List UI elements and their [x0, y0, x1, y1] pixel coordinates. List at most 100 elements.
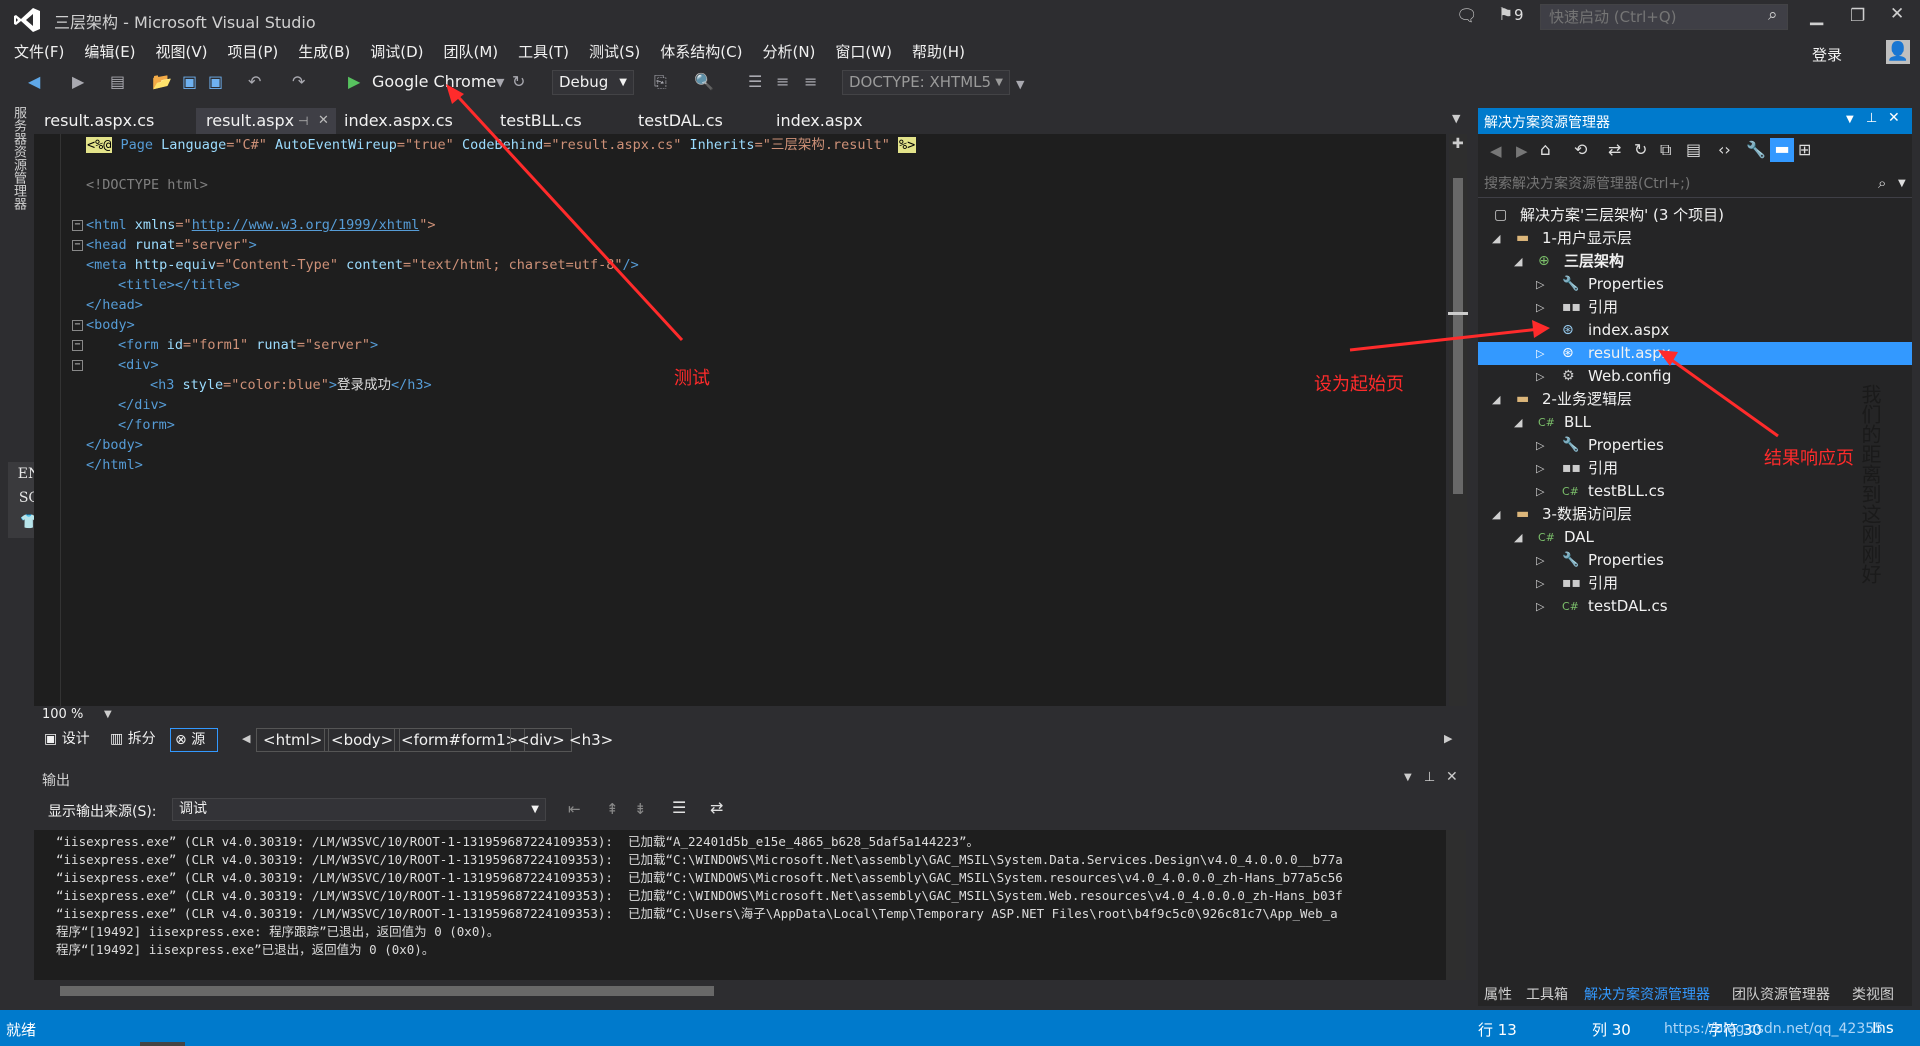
tab-result-aspx[interactable]: result.aspx ⊣ ✕ — [196, 108, 336, 134]
history-icon[interactable]: ⟲ — [1574, 140, 1587, 159]
sync-icon[interactable]: ⇄ — [1608, 140, 1621, 159]
notification-flag-icon[interactable]: ⚑ — [1498, 5, 1513, 25]
doctype-select[interactable]: DOCTYPE: XHTML5 ▼ — [842, 70, 1010, 95]
clear-all-icon[interactable]: ☰ — [672, 798, 686, 817]
tab-testdal-cs[interactable]: testDAL.cs — [628, 108, 733, 134]
tree-item-properties[interactable]: ▷ 🔧 Properties — [1478, 273, 1912, 296]
menu-architecture[interactable]: 体系结构(C) — [650, 40, 752, 64]
navigate-back-icon[interactable]: ◀ — [28, 72, 40, 91]
indent-icon[interactable]: ≡ — [776, 72, 789, 91]
tree-item-references[interactable]: ▷ ▪▪ 引用 — [1478, 296, 1912, 319]
expanded-arrow-icon[interactable]: ◢ — [1514, 411, 1522, 434]
tab-team-explorer[interactable]: 团队资源管理器 — [1732, 984, 1830, 1004]
run-target-dropdown-icon[interactable]: ▼ — [496, 76, 504, 89]
properties-wrench-icon[interactable]: 🔧 — [1746, 140, 1766, 159]
panel-dropdown-icon[interactable]: ▼ — [1846, 114, 1854, 125]
format-icon[interactable]: ☰ — [748, 72, 762, 91]
menu-view[interactable]: 视图(V) — [146, 40, 218, 64]
collapsed-arrow-icon[interactable]: ▷ — [1536, 342, 1544, 365]
expanded-arrow-icon[interactable]: ◢ — [1514, 526, 1522, 549]
tree-item-references[interactable]: ▷ ▪▪ 引用 — [1478, 572, 1912, 595]
collapse-all-icon[interactable]: ⧉ — [1660, 140, 1671, 160]
split-editor-icon[interactable]: ✚ — [1452, 136, 1464, 152]
output-source-select[interactable]: 调试 ▼ — [172, 798, 546, 821]
redo-icon[interactable]: ↷ — [292, 72, 305, 91]
toolbar-overflow-icon[interactable]: ▼ — [1016, 78, 1024, 91]
search-icon[interactable]: ⌕ — [1768, 5, 1778, 25]
collapsed-arrow-icon[interactable]: ▷ — [1536, 273, 1544, 296]
notification-count[interactable]: 9 — [1514, 6, 1524, 24]
zoom-level[interactable]: 100 % — [42, 707, 83, 722]
panel-pin-icon[interactable]: ⊥ — [1424, 770, 1435, 785]
back-icon[interactable]: ◀ — [1490, 142, 1502, 160]
panel-close-icon[interactable]: ✕ — [1446, 769, 1458, 785]
design-view-button[interactable]: ▣ 设计 — [40, 728, 94, 752]
menu-window[interactable]: 窗口(W) — [825, 40, 902, 64]
fold-toggle-icon[interactable]: − — [72, 220, 83, 231]
output-horizontal-scroll-thumb[interactable] — [60, 986, 714, 996]
prev-message-icon[interactable]: ⇞ — [606, 800, 619, 818]
menu-analyze[interactable]: 分析(N) — [752, 40, 825, 64]
solution-config-select[interactable]: Debug ▼ — [552, 70, 634, 95]
close-tab-icon[interactable]: ✕ — [318, 108, 329, 134]
tree-item-index-aspx[interactable]: ▷ ⊛ index.aspx — [1478, 319, 1912, 342]
find-message-icon[interactable]: ⇤ — [568, 800, 581, 818]
expanded-arrow-icon[interactable]: ◢ — [1492, 503, 1500, 526]
tab-toolbox[interactable]: 工具箱 — [1526, 984, 1568, 1004]
search-options-icon[interactable]: ▼ — [1898, 178, 1906, 189]
run-target-button[interactable]: Google Chrome — [372, 72, 496, 91]
solution-search-input[interactable] — [1478, 172, 1858, 196]
menu-test[interactable]: 测试(S) — [579, 40, 650, 64]
tree-item-folder-2[interactable]: ◢ ▬ 2-业务逻辑层 — [1478, 388, 1912, 411]
class-diagram-icon[interactable]: ⊞ — [1798, 140, 1811, 159]
expanded-arrow-icon[interactable]: ◢ — [1514, 250, 1522, 273]
collapsed-arrow-icon[interactable]: ▷ — [1536, 480, 1544, 503]
outdent-icon[interactable]: ≡ — [804, 72, 817, 91]
tab-class-view[interactable]: 类视图 — [1852, 984, 1894, 1004]
source-view-button[interactable]: ⊗ 源 — [170, 728, 218, 752]
attach-icon[interactable]: ⎘ — [654, 72, 667, 92]
breadcrumb-left-icon[interactable]: ◀ — [242, 732, 250, 745]
tab-list-dropdown-icon[interactable]: ▼ — [1452, 112, 1460, 125]
tree-item-testbll[interactable]: ▷ C# testBLL.cs — [1478, 480, 1912, 503]
forward-icon[interactable]: ▶ — [1516, 142, 1528, 160]
breadcrumb-html[interactable]: <html> — [256, 728, 330, 752]
split-view-button[interactable]: ▥ 拆分 — [106, 728, 160, 752]
feedback-icon[interactable]: 🗨 — [1456, 6, 1478, 26]
collapsed-arrow-icon[interactable]: ▷ — [1536, 319, 1544, 342]
expanded-arrow-icon[interactable]: ◢ — [1492, 227, 1500, 250]
collapsed-arrow-icon[interactable]: ▷ — [1536, 365, 1544, 388]
menu-edit[interactable]: 编辑(E) — [74, 40, 145, 64]
editor-scroll-thumb[interactable] — [1453, 178, 1463, 494]
tree-item-project-bll[interactable]: ◢ C# BLL — [1478, 411, 1912, 434]
restore-icon[interactable]: ❐ — [1850, 6, 1865, 26]
collapsed-arrow-icon[interactable]: ▷ — [1536, 457, 1544, 480]
menu-help[interactable]: 帮助(H) — [902, 40, 975, 64]
menu-tools[interactable]: 工具(T) — [508, 40, 579, 64]
breadcrumb-body[interactable]: <body> — [324, 728, 401, 752]
solution-search-box[interactable]: ⌕ ▼ — [1478, 172, 1912, 198]
tree-item-testdal[interactable]: ▷ C# testDAL.cs — [1478, 595, 1912, 618]
search-icon[interactable]: ⌕ — [1878, 174, 1886, 192]
collapsed-arrow-icon[interactable]: ▷ — [1536, 595, 1544, 618]
save-all-icon[interactable]: ▣ — [208, 72, 223, 91]
panel-pin-icon[interactable]: ⊥ — [1866, 111, 1877, 126]
menu-debug[interactable]: 调试(D) — [360, 40, 433, 64]
fold-toggle-icon[interactable]: − — [72, 320, 83, 331]
tree-item-web-config[interactable]: ▷ ⚙ Web.config — [1478, 365, 1912, 388]
collapsed-arrow-icon[interactable]: ▷ — [1536, 296, 1544, 319]
toggle-word-wrap-icon[interactable]: ⇄ — [710, 798, 723, 817]
panel-close-icon[interactable]: ✕ — [1888, 110, 1900, 126]
tree-item-solution[interactable]: ▢ 解决方案'三层架构' (3 个项目) — [1478, 204, 1912, 227]
open-file-icon[interactable]: 📂 — [152, 72, 172, 91]
tab-properties[interactable]: 属性 — [1484, 984, 1512, 1004]
start-debugging-icon[interactable]: ▶ — [348, 72, 360, 91]
save-icon[interactable]: ▣ — [182, 72, 197, 91]
find-in-files-icon[interactable]: 🔍 — [694, 72, 714, 91]
refresh-icon[interactable]: ↻ — [512, 72, 525, 91]
new-project-icon[interactable]: ▤ — [110, 72, 125, 91]
tab-index-aspx[interactable]: index.aspx — [766, 108, 873, 134]
panel-dropdown-icon[interactable]: ▼ — [1404, 772, 1412, 783]
view-code-icon[interactable]: ‹› — [1718, 140, 1731, 159]
tab-index-aspx-cs[interactable]: index.aspx.cs — [334, 108, 463, 134]
